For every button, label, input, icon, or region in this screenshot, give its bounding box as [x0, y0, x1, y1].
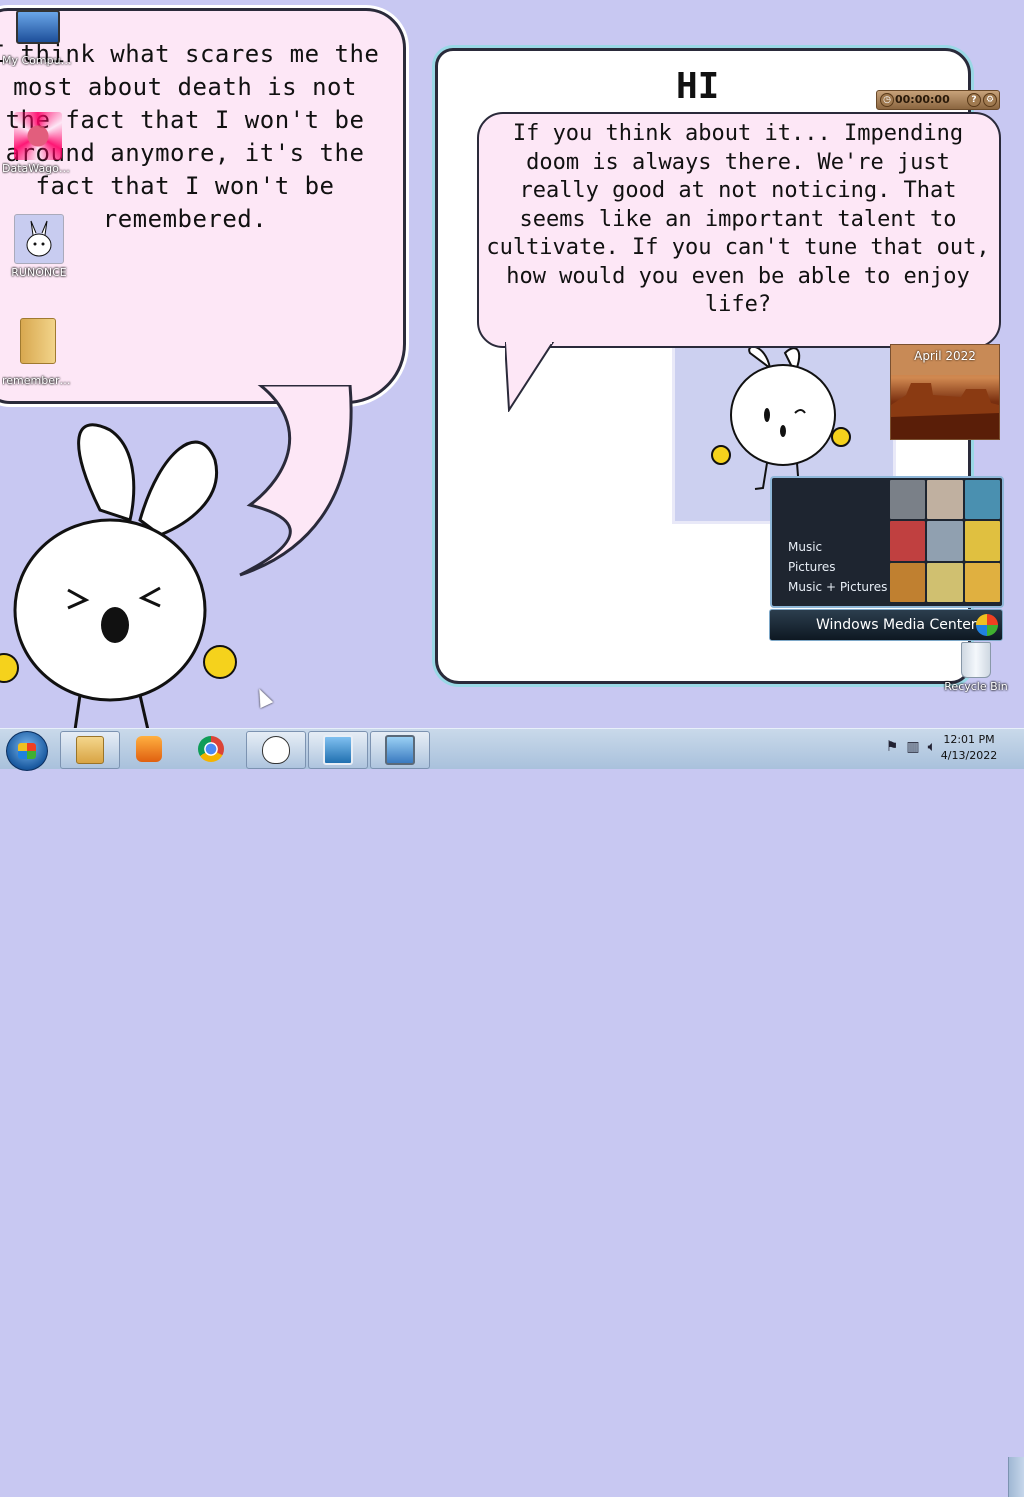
taskbar-clock[interactable]: 12:01 PM 4/13/2022 [940, 732, 998, 764]
start-button[interactable] [6, 731, 48, 771]
slideshow-gadget[interactable]: April 2022 [890, 344, 1000, 440]
desktop-icon-label: RUNONCE [11, 266, 67, 279]
media-item-pictures[interactable]: Pictures [788, 560, 836, 574]
taskbar-bunny-app[interactable] [246, 731, 306, 769]
desktop-icon-label: My Computer [2, 54, 74, 67]
windows-logo-icon [18, 743, 36, 759]
taskbar: ⚑ ▥ 🔈︎ [0, 728, 1024, 1497]
windows-media-center-button[interactable]: Windows Media Center [769, 609, 1003, 641]
desktop-icon-datawagon[interactable]: DataWagon... [2, 112, 74, 175]
mouse-cursor-icon [252, 685, 274, 709]
desktop-icon-label: Recycle Bin [944, 680, 1008, 693]
recycle-bin-icon [961, 642, 991, 678]
slideshow-caption: April 2022 [914, 349, 976, 363]
stopwatch-gadget[interactable]: ◷ 00:00:00 ? ⚙ [876, 90, 1000, 110]
taskbar-windows-explorer[interactable] [60, 731, 120, 769]
show-desktop-button[interactable] [1008, 1457, 1024, 1497]
taskbar-remote-desktop[interactable] [370, 731, 430, 769]
taskbar-windows-media-player[interactable] [120, 731, 178, 767]
media-player-icon [136, 736, 162, 762]
desktop-icon-remember[interactable]: remember_... [2, 318, 74, 387]
bunny-icon [14, 214, 64, 264]
action-center-flag-icon[interactable]: ⚑ [886, 739, 899, 755]
desktop: I think what scares me the most about de… [0, 0, 1024, 728]
clock-date: 4/13/2022 [940, 749, 998, 762]
desktop-icon-label: remember_... [2, 374, 74, 387]
desktop-icon-label: DataWagon... [2, 162, 74, 175]
chrome-icon [198, 736, 224, 762]
folder-icon [76, 736, 104, 764]
notification-area: ⚑ ▥ 🔈︎ [886, 739, 936, 755]
settings-icon[interactable]: ⚙ [983, 93, 997, 107]
help-icon[interactable]: ? [967, 93, 981, 107]
media-item-music[interactable]: Music [788, 540, 822, 554]
clock-time: 12:01 PM [943, 733, 995, 746]
windows-media-center-label: Windows Media Center [816, 617, 977, 633]
stopwatch-time: 00:00:00 [895, 93, 950, 106]
speech-bubble-left-tail [239, 385, 353, 577]
remote-desktop-icon [385, 735, 415, 765]
desktop-icon-runonce[interactable]: RUNONCE [3, 214, 75, 279]
network-icon[interactable]: ▥ [906, 739, 919, 755]
computer-icon [16, 10, 60, 44]
speech-bubble-inner-tail [505, 342, 555, 412]
folder-icon [20, 318, 56, 364]
media-center-gadget[interactable]: Music Pictures Music + Pictures [770, 476, 1004, 608]
datawagon-icon [14, 112, 62, 160]
bunny-icon [262, 736, 290, 764]
taskbar-photo-viewer[interactable] [308, 731, 368, 769]
desktop-icon-recycle-bin[interactable]: Recycle Bin [940, 642, 1012, 693]
panel-heading: HI [676, 66, 720, 107]
media-thumbnails [890, 480, 1000, 602]
photo-viewer-icon [323, 735, 353, 765]
windows-logo-icon [976, 614, 998, 636]
taskbar-google-chrome[interactable] [182, 731, 240, 767]
volume-icon[interactable]: 🔈︎ [928, 739, 936, 755]
desktop-icon-my-computer[interactable]: My Computer [2, 10, 74, 67]
stopwatch-icon: ◷ [880, 93, 894, 107]
speech-bubble-inner-text: If you think about it... Impending doom … [486, 121, 990, 317]
media-item-music-pictures[interactable]: Music + Pictures [788, 580, 887, 594]
bunny-illustration-large [0, 423, 237, 728]
